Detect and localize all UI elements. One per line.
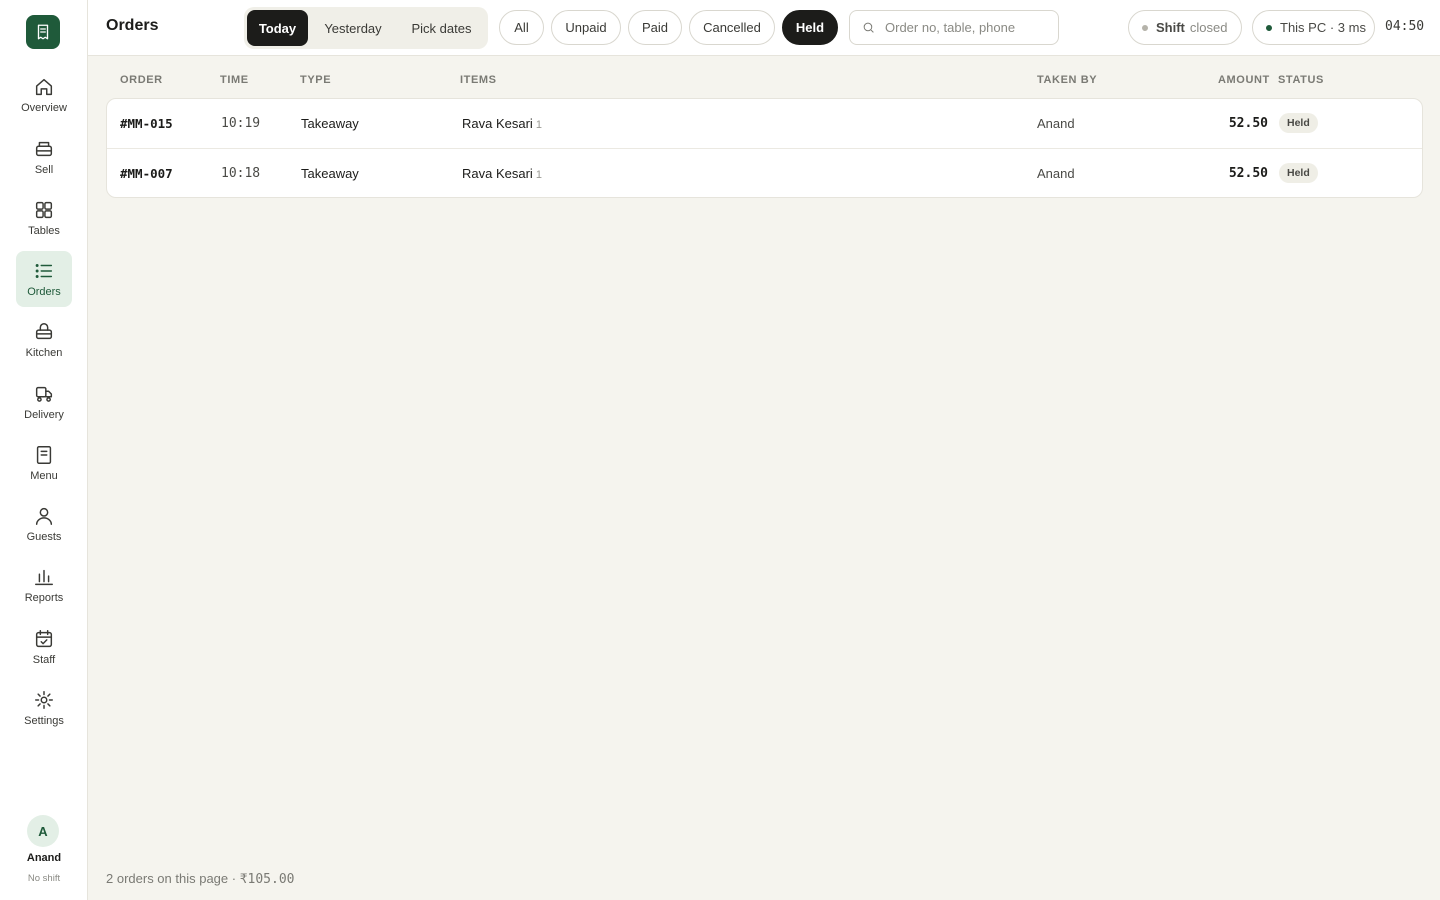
shift-label: Shift	[1156, 20, 1185, 35]
order-number: #MM-015	[120, 116, 173, 131]
page-summary-text: 2 orders on this page ·	[106, 871, 240, 886]
nav-staff[interactable]: Staff	[16, 619, 72, 675]
nav-guests[interactable]: Guests	[16, 496, 72, 552]
nav-overview-label: Overview	[21, 102, 67, 114]
nav-menu-label: Menu	[30, 470, 58, 482]
nav-orders-label: Orders	[27, 286, 61, 298]
item-name: Rava Kesari	[462, 166, 533, 181]
orders-table-header: ORDER TIME TYPE ITEMS TAKEN BY AMOUNT ST…	[88, 74, 1440, 90]
nav-reports[interactable]: Reports	[16, 557, 72, 613]
filter-held[interactable]: Held	[782, 10, 838, 45]
nav-staff-label: Staff	[32, 654, 56, 666]
item-qty: 1	[535, 119, 542, 131]
tab-yesterday[interactable]: Yesterday	[311, 10, 395, 46]
sidebar: Overview Sell Tables Orders Kitchen Deli…	[0, 0, 88, 900]
avatar[interactable]: A	[27, 815, 59, 847]
orders-table: #MM-015 10:19 Takeaway Rava Kesari 1 Anan…	[106, 98, 1423, 198]
shift-status-dot	[1142, 24, 1148, 31]
taken-by: Anand	[1037, 116, 1075, 131]
column-type[interactable]: TYPE	[300, 74, 331, 86]
date-range-tabs: Today Yesterday Pick dates	[244, 7, 488, 49]
sun-gear-icon	[35, 691, 53, 709]
taken-by: Anand	[1037, 166, 1075, 181]
order-items: Rava Kesari 1	[462, 166, 542, 181]
nav-tables[interactable]: Tables	[16, 190, 72, 246]
page-total: ₹105.00	[239, 872, 295, 887]
nav-delivery[interactable]: Delivery	[16, 374, 72, 430]
grid-icon	[35, 201, 53, 219]
column-time[interactable]: TIME	[220, 74, 249, 86]
order-type: Takeaway	[301, 166, 359, 181]
page-title: Orders	[106, 17, 159, 34]
nav-menu[interactable]: Menu	[16, 435, 72, 491]
search-input[interactable]	[885, 20, 1045, 35]
search-box[interactable]	[849, 10, 1059, 45]
home-icon	[35, 78, 53, 96]
status-badge: Held	[1279, 163, 1318, 183]
basket-icon	[35, 323, 53, 340]
table-row[interactable]: #MM-015 10:19 Takeaway Rava Kesari 1 Anan…	[107, 99, 1422, 148]
order-type: Takeaway	[301, 116, 359, 131]
nav-settings[interactable]: Settings	[16, 680, 72, 736]
nav-kitchen-label: Kitchen	[25, 347, 63, 359]
receipt-icon	[37, 24, 49, 40]
bar-chart-icon	[35, 569, 53, 586]
order-time: 10:19	[221, 116, 261, 131]
top-bar: Orders Today Yesterday Pick dates All Un…	[88, 0, 1440, 56]
user-icon	[35, 507, 53, 525]
column-taken-by[interactable]: TAKEN BY	[1037, 74, 1097, 86]
filter-cancelled[interactable]: Cancelled	[689, 10, 775, 45]
nav-settings-label: Settings	[24, 715, 64, 727]
column-items[interactable]: ITEMS	[460, 74, 497, 86]
list-icon	[35, 264, 53, 278]
column-amount[interactable]: AMOUNT	[1218, 74, 1270, 86]
nav-kitchen[interactable]: Kitchen	[16, 312, 72, 368]
user-shift-status: No shift	[27, 873, 61, 884]
app-logo[interactable]	[26, 15, 60, 49]
register-icon	[35, 141, 53, 157]
shift-status-text: closed	[1189, 20, 1228, 35]
page-summary: 2 orders on this page · ₹105.00	[106, 871, 295, 887]
tab-today[interactable]: Today	[247, 10, 308, 46]
delivery-icon	[35, 386, 53, 402]
nav-orders[interactable]: Orders	[16, 251, 72, 307]
status-badge: Held	[1279, 113, 1318, 133]
item-name: Rava Kesari	[462, 116, 533, 131]
nav-overview[interactable]: Overview	[16, 67, 72, 123]
nav-guests-label: Guests	[26, 531, 62, 543]
order-time: 10:18	[221, 166, 261, 181]
document-icon	[36, 446, 52, 464]
column-status[interactable]: STATUS	[1278, 74, 1324, 86]
order-amount: 52.50	[1228, 116, 1268, 131]
filter-unpaid[interactable]: Unpaid	[551, 10, 621, 45]
nav-tables-label: Tables	[28, 225, 60, 237]
search-icon	[863, 22, 874, 33]
order-amount: 52.50	[1228, 166, 1268, 181]
nav-delivery-label: Delivery	[24, 409, 64, 421]
nav-sell[interactable]: Sell	[16, 129, 72, 185]
device-status-pill[interactable]: This PC · 3 ms	[1252, 10, 1375, 45]
filter-all[interactable]: All	[499, 10, 544, 45]
column-order[interactable]: ORDER	[120, 74, 163, 86]
order-items: Rava Kesari 1	[462, 116, 542, 131]
table-row[interactable]: #MM-007 10:18 Takeaway Rava Kesari 1 Anan…	[107, 148, 1422, 197]
device-label: This PC · 3 ms	[1280, 20, 1366, 35]
clock: 04:50	[1385, 19, 1425, 34]
device-status-dot	[1266, 24, 1272, 31]
calendar-check-icon	[35, 630, 53, 648]
tab-pick-dates[interactable]: Pick dates	[398, 10, 485, 46]
user-name: Anand	[26, 852, 62, 864]
nav-sell-label: Sell	[34, 164, 54, 176]
shift-status-pill[interactable]: Shift closed	[1128, 10, 1242, 45]
item-qty: 1	[535, 169, 542, 181]
nav-reports-label: Reports	[24, 592, 64, 604]
order-number: #MM-007	[120, 166, 173, 181]
filter-paid[interactable]: Paid	[628, 10, 682, 45]
